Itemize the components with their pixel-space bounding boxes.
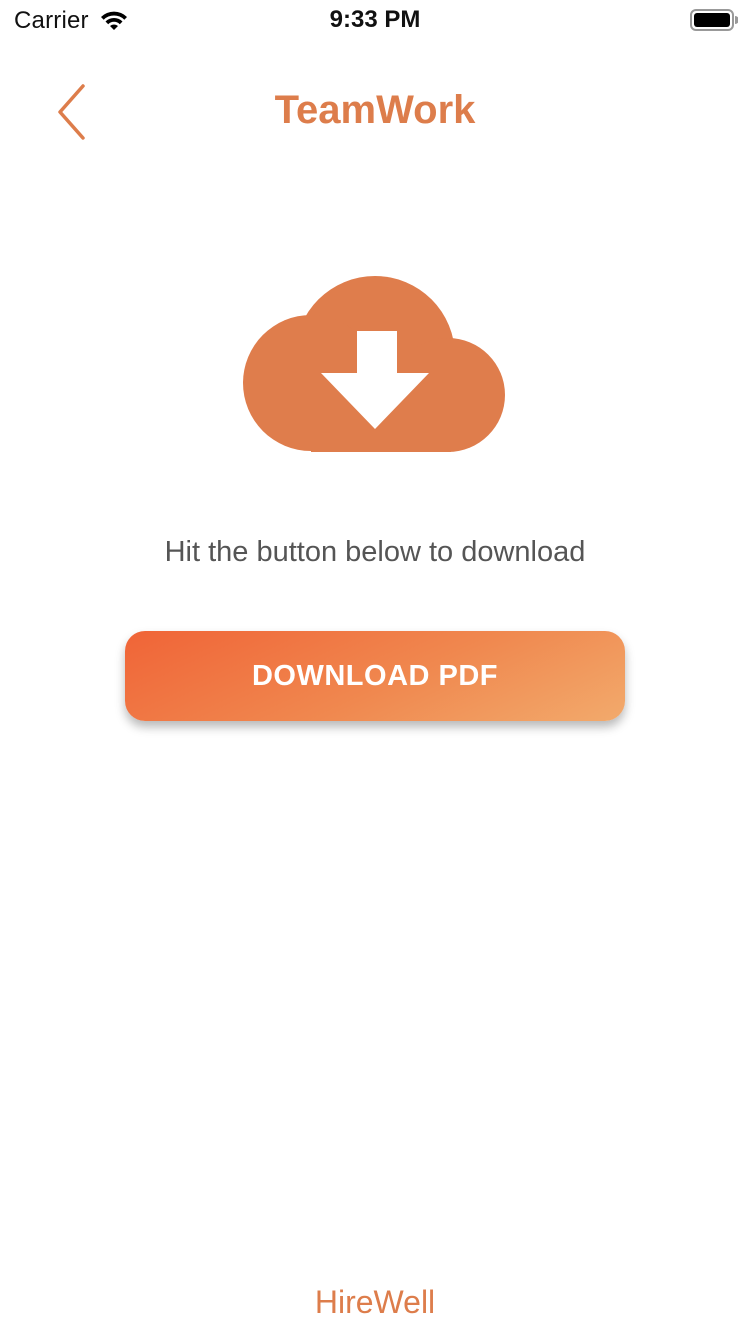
battery-icon — [690, 9, 738, 31]
status-bar: Carrier 9:33 PM — [0, 0, 750, 40]
download-pdf-button[interactable]: DOWNLOAD PDF — [125, 631, 625, 721]
page-title: TeamWork — [274, 88, 476, 132]
status-time: 9:33 PM — [329, 6, 421, 33]
download-pdf-label: DOWNLOAD PDF — [251, 659, 499, 692]
navigation-bar: TeamWork — [0, 70, 750, 154]
cloud-download-icon — [243, 276, 505, 452]
footer-brand: HireWell — [314, 1284, 436, 1320]
download-instruction: Hit the button below to download — [164, 536, 586, 568]
